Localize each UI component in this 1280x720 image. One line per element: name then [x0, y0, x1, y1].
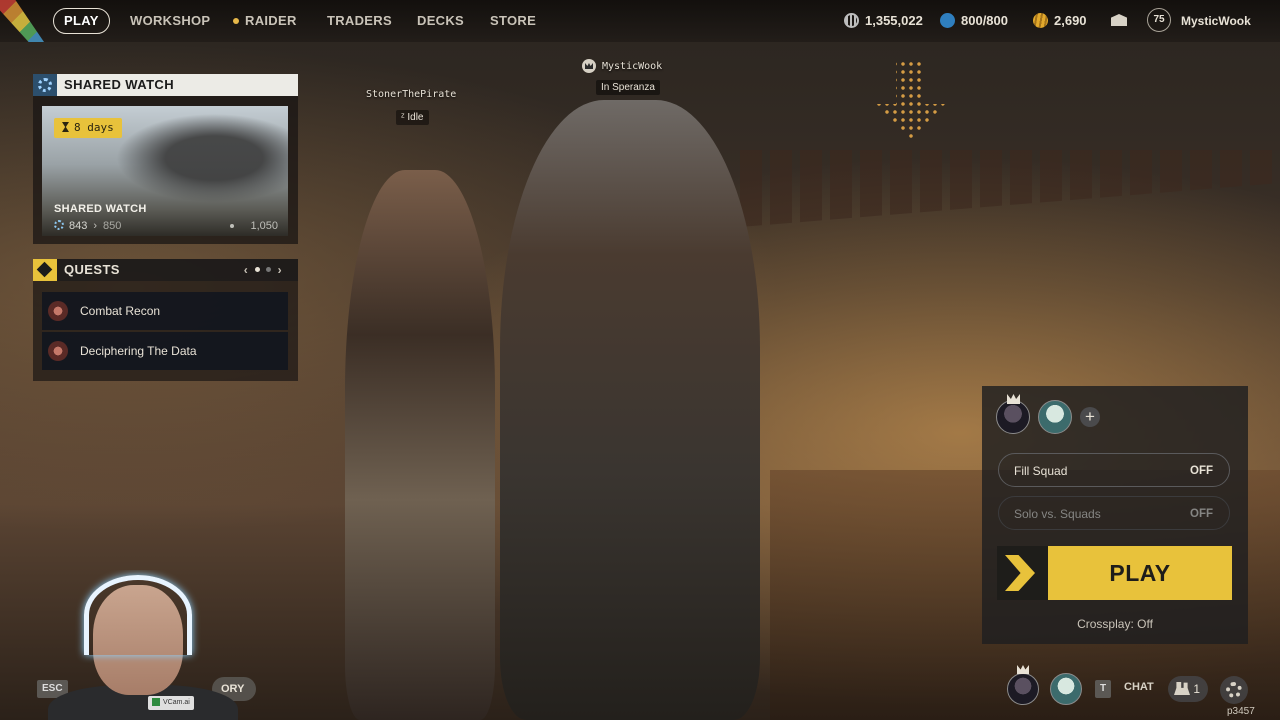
chat-button[interactable]: CHAT — [1124, 681, 1154, 693]
quest-giver-icon — [48, 301, 68, 321]
progress-current: 843 — [69, 220, 88, 232]
quest-label: Deciphering The Data — [80, 344, 197, 358]
shared-watch-progress: 843 › 850 1,050 — [54, 220, 278, 232]
fill-squad-value: OFF — [1190, 465, 1213, 477]
quests-pager: ‹ › — [244, 259, 282, 281]
raider-dot-icon — [233, 17, 239, 24]
world-player1-name: MysticWook — [602, 61, 663, 72]
shared-watch-icon-box — [33, 74, 57, 96]
mail-icon[interactable] — [1111, 14, 1127, 26]
player-level-badge[interactable]: 75 — [1147, 8, 1171, 32]
player-status-stonerthepirate: ᶻ Idle — [396, 110, 429, 125]
player-tag-mysticwook: MysticWook — [582, 59, 662, 73]
character-companion — [345, 170, 495, 720]
idle-label: Idle — [407, 112, 424, 123]
quest-item[interactable]: Deciphering The Data — [42, 332, 288, 370]
webcam-watermark: VCam.ai — [148, 696, 194, 710]
shared-watch-image: 8 days SHARED WATCH 843 › 850 1,050 — [42, 106, 288, 236]
quests-icon-box — [33, 259, 57, 281]
nav-workshop[interactable]: WORKSHOP — [130, 11, 210, 31]
chevron-right-icon: › — [93, 220, 98, 232]
footer-id: p3457 — [1227, 706, 1255, 717]
solo-vs-squads-value: OFF — [1190, 508, 1213, 520]
days-remaining-badge: 8 days — [54, 118, 122, 138]
quests-header-label: QUESTS — [64, 262, 120, 277]
gold-value: 2,690 — [1054, 13, 1087, 28]
hourglass-icon — [62, 122, 69, 132]
crossplay-status: Crossplay: Off — [1077, 617, 1153, 631]
squad-panel: + Fill Squad OFF Solo vs. Squads OFF PLA… — [982, 386, 1248, 644]
player-status-mysticwook: In Speranza — [596, 80, 660, 95]
page-dot-active[interactable] — [254, 267, 260, 273]
gear-icon — [38, 78, 52, 92]
shared-watch-header-label: SHARED WATCH — [64, 77, 174, 92]
character-raccoon-raider — [500, 100, 760, 720]
quest-label: Combat Recon — [80, 304, 161, 318]
gold-icon — [1033, 13, 1048, 29]
crown-icon — [582, 59, 596, 73]
bunting-flags — [740, 150, 1280, 227]
progress-dot — [230, 224, 234, 228]
arrow-light-sign — [875, 60, 945, 140]
coins-icon — [844, 13, 859, 29]
chat-keybind: T — [1095, 680, 1112, 698]
friends-icon — [1174, 682, 1190, 695]
nav-traders[interactable]: TRADERS — [327, 11, 392, 31]
solo-vs-squads-label: Solo vs. Squads — [1014, 507, 1101, 521]
top-nav-bar: PLAY WORKSHOP RAIDER TRADERS DECKS STORE… — [0, 0, 1280, 42]
cog-icon — [54, 220, 64, 231]
squad-avatar-leader[interactable] — [996, 400, 1030, 434]
play-arrow-icon — [997, 546, 1048, 600]
quest-diamond-icon — [36, 261, 53, 278]
quests-next-button[interactable]: › — [278, 263, 282, 277]
quests-prev-button[interactable]: ‹ — [244, 263, 248, 277]
currency-gold[interactable]: 2,690 — [1033, 11, 1087, 31]
raider-token-icon — [940, 13, 955, 29]
nav-raider[interactable]: RAIDER — [233, 11, 297, 31]
raider-tokens-value: 800/800 — [961, 13, 1008, 28]
shared-watch-header[interactable]: SHARED WATCH — [33, 74, 298, 96]
nav-play[interactable]: PLAY — [53, 8, 110, 34]
shared-watch-title: SHARED WATCH — [54, 203, 147, 215]
friends-button[interactable]: 1 — [1168, 676, 1208, 702]
webcam-overlay: VCam.ai — [48, 570, 238, 720]
add-squad-member-button[interactable]: + — [1080, 407, 1100, 427]
fill-squad-toggle[interactable]: Fill Squad OFF — [998, 453, 1230, 487]
play-button[interactable]: PLAY — [997, 546, 1232, 600]
quest-giver-icon — [48, 341, 68, 361]
nav-decks[interactable]: DECKS — [417, 11, 464, 31]
currency-raider-tokens[interactable]: 800/800 — [940, 11, 1008, 31]
player-tag-stonerthepirate: StonerThePirate — [366, 89, 457, 100]
friends-count: 1 — [1193, 682, 1200, 696]
bottom-avatar-leader[interactable] — [1007, 673, 1039, 705]
play-button-label: PLAY — [1109, 560, 1171, 586]
settings-button[interactable] — [1220, 676, 1248, 704]
currency-coins[interactable]: 1,355,022 — [844, 11, 923, 31]
days-remaining-label: 8 days — [74, 121, 114, 134]
leader-crown-icon — [1007, 394, 1020, 404]
quests-header: QUESTS ‹ › — [33, 259, 298, 281]
bottom-avatar-member[interactable] — [1050, 673, 1082, 705]
solo-vs-squads-toggle[interactable]: Solo vs. Squads OFF — [998, 496, 1230, 530]
rainbow-stripe — [0, 0, 44, 42]
gear-icon — [1226, 682, 1242, 698]
headphones-icon — [84, 575, 192, 655]
nav-raider-label: RAIDER — [245, 13, 297, 28]
progress-max: 1,050 — [250, 220, 278, 232]
page-dot[interactable] — [265, 267, 271, 273]
player-name[interactable]: MysticWook — [1181, 11, 1251, 31]
nav-store[interactable]: STORE — [490, 11, 536, 31]
fill-squad-label: Fill Squad — [1014, 464, 1068, 478]
coins-value: 1,355,022 — [865, 13, 923, 28]
quests-list: Combat Recon Deciphering The Data — [33, 281, 298, 381]
squad-avatar-member[interactable] — [1038, 400, 1072, 434]
progress-next: 850 — [103, 220, 122, 232]
shared-watch-card[interactable]: 8 days SHARED WATCH 843 › 850 1,050 — [33, 96, 298, 244]
quest-item[interactable]: Combat Recon — [42, 292, 288, 330]
